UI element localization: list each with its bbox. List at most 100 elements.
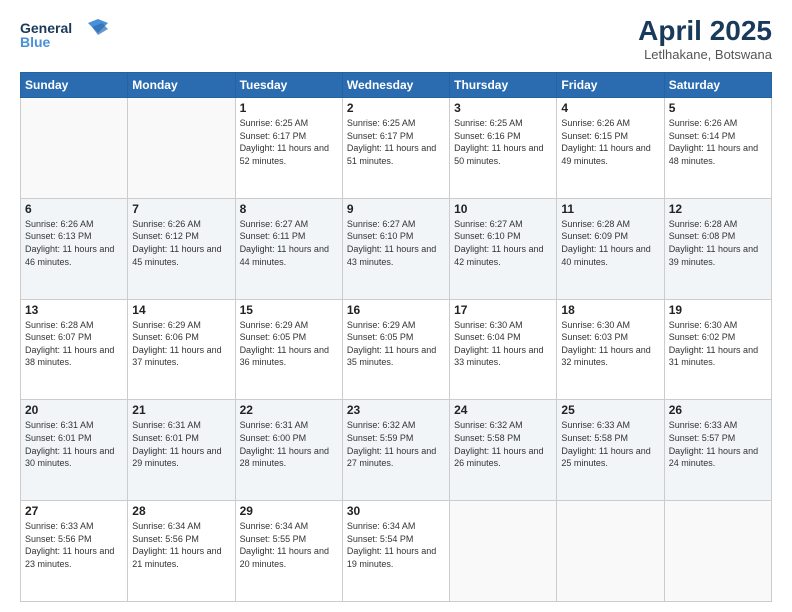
day-info: Sunrise: 6:26 AMSunset: 6:14 PMDaylight:… [669, 117, 767, 167]
day-number: 30 [347, 504, 445, 518]
table-row: 8 Sunrise: 6:27 AMSunset: 6:11 PMDaylight… [235, 198, 342, 299]
table-row: 9 Sunrise: 6:27 AMSunset: 6:10 PMDaylight… [342, 198, 449, 299]
table-row: 22 Sunrise: 6:31 AMSunset: 6:00 PMDayligh… [235, 400, 342, 501]
table-row: 16 Sunrise: 6:29 AMSunset: 6:05 PMDayligh… [342, 299, 449, 400]
day-info: Sunrise: 6:31 AMSunset: 6:01 PMDaylight:… [132, 419, 230, 469]
day-info: Sunrise: 6:30 AMSunset: 6:04 PMDaylight:… [454, 319, 552, 369]
table-row [128, 98, 235, 199]
day-number: 18 [561, 303, 659, 317]
day-info: Sunrise: 6:32 AMSunset: 5:58 PMDaylight:… [454, 419, 552, 469]
day-info: Sunrise: 6:28 AMSunset: 6:09 PMDaylight:… [561, 218, 659, 268]
day-number: 25 [561, 403, 659, 417]
table-row [557, 501, 664, 602]
table-row: 29 Sunrise: 6:34 AMSunset: 5:55 PMDayligh… [235, 501, 342, 602]
day-info: Sunrise: 6:25 AMSunset: 6:17 PMDaylight:… [240, 117, 338, 167]
table-row: 7Sunrise: 6:26 AMSunset: 6:12 PMDaylight… [128, 198, 235, 299]
day-info: Sunrise: 6:29 AMSunset: 6:06 PMDaylight:… [132, 319, 230, 369]
table-row: 6 Sunrise: 6:26 AMSunset: 6:13 PMDaylight… [21, 198, 128, 299]
calendar-week-row: 1 Sunrise: 6:25 AMSunset: 6:17 PMDaylight… [21, 98, 772, 199]
location-subtitle: Letlhakane, Botswana [638, 47, 772, 62]
table-row: 15Sunrise: 6:29 AMSunset: 6:05 PMDayligh… [235, 299, 342, 400]
day-info: Sunrise: 6:28 AMSunset: 6:07 PMDaylight:… [25, 319, 123, 369]
col-saturday: Saturday [664, 73, 771, 98]
header: General Blue April 2025 Letlhakane, Bots… [20, 15, 772, 62]
calendar-week-row: 27 Sunrise: 6:33 AMSunset: 5:56 PMDayligh… [21, 501, 772, 602]
table-row: 17Sunrise: 6:30 AMSunset: 6:04 PMDayligh… [450, 299, 557, 400]
day-number: 27 [25, 504, 123, 518]
day-number: 16 [347, 303, 445, 317]
logo: General Blue [20, 15, 115, 60]
calendar-header-row: Sunday Monday Tuesday Wednesday Thursday… [21, 73, 772, 98]
day-info: Sunrise: 6:26 AMSunset: 6:15 PMDaylight:… [561, 117, 659, 167]
day-number: 28 [132, 504, 230, 518]
table-row: 12 Sunrise: 6:28 AMSunset: 6:08 PMDayligh… [664, 198, 771, 299]
col-sunday: Sunday [21, 73, 128, 98]
table-row: 28 Sunrise: 6:34 AMSunset: 5:56 PMDayligh… [128, 501, 235, 602]
day-number: 12 [669, 202, 767, 216]
day-info: Sunrise: 6:30 AMSunset: 6:03 PMDaylight:… [561, 319, 659, 369]
table-row: 5Sunrise: 6:26 AMSunset: 6:14 PMDaylight… [664, 98, 771, 199]
table-row: 14 Sunrise: 6:29 AMSunset: 6:06 PMDayligh… [128, 299, 235, 400]
day-number: 4 [561, 101, 659, 115]
calendar-week-row: 6 Sunrise: 6:26 AMSunset: 6:13 PMDaylight… [21, 198, 772, 299]
day-info: Sunrise: 6:33 AMSunset: 5:57 PMDaylight:… [669, 419, 767, 469]
calendar-table: Sunday Monday Tuesday Wednesday Thursday… [20, 72, 772, 602]
day-number: 15 [240, 303, 338, 317]
col-wednesday: Wednesday [342, 73, 449, 98]
logo-icon: General Blue [20, 15, 115, 55]
calendar-week-row: 13 Sunrise: 6:28 AMSunset: 6:07 PMDayligh… [21, 299, 772, 400]
day-number: 3 [454, 101, 552, 115]
day-number: 7 [132, 202, 230, 216]
day-number: 14 [132, 303, 230, 317]
day-info: Sunrise: 6:34 AMSunset: 5:55 PMDaylight:… [240, 520, 338, 570]
table-row [664, 501, 771, 602]
calendar-week-row: 20 Sunrise: 6:31 AMSunset: 6:01 PMDayligh… [21, 400, 772, 501]
day-number: 23 [347, 403, 445, 417]
day-info: Sunrise: 6:27 AMSunset: 6:11 PMDaylight:… [240, 218, 338, 268]
table-row: 11Sunrise: 6:28 AMSunset: 6:09 PMDayligh… [557, 198, 664, 299]
table-row: 23 Sunrise: 6:32 AMSunset: 5:59 PMDayligh… [342, 400, 449, 501]
svg-text:Blue: Blue [20, 34, 51, 50]
day-number: 26 [669, 403, 767, 417]
day-info: Sunrise: 6:34 AMSunset: 5:54 PMDaylight:… [347, 520, 445, 570]
day-info: Sunrise: 6:26 AMSunset: 6:13 PMDaylight:… [25, 218, 123, 268]
table-row: 1 Sunrise: 6:25 AMSunset: 6:17 PMDaylight… [235, 98, 342, 199]
day-info: Sunrise: 6:25 AMSunset: 6:16 PMDaylight:… [454, 117, 552, 167]
month-title: April 2025 [638, 15, 772, 47]
table-row [21, 98, 128, 199]
day-number: 24 [454, 403, 552, 417]
table-row: 3 Sunrise: 6:25 AMSunset: 6:16 PMDaylight… [450, 98, 557, 199]
title-area: April 2025 Letlhakane, Botswana [638, 15, 772, 62]
day-info: Sunrise: 6:28 AMSunset: 6:08 PMDaylight:… [669, 218, 767, 268]
table-row: 25 Sunrise: 6:33 AMSunset: 5:58 PMDayligh… [557, 400, 664, 501]
table-row: 26 Sunrise: 6:33 AMSunset: 5:57 PMDayligh… [664, 400, 771, 501]
day-number: 8 [240, 202, 338, 216]
day-number: 1 [240, 101, 338, 115]
page: General Blue April 2025 Letlhakane, Bots… [0, 0, 792, 612]
day-number: 6 [25, 202, 123, 216]
day-number: 21 [132, 403, 230, 417]
table-row: 27 Sunrise: 6:33 AMSunset: 5:56 PMDayligh… [21, 501, 128, 602]
day-info: Sunrise: 6:33 AMSunset: 5:58 PMDaylight:… [561, 419, 659, 469]
day-info: Sunrise: 6:34 AMSunset: 5:56 PMDaylight:… [132, 520, 230, 570]
table-row: 30 Sunrise: 6:34 AMSunset: 5:54 PMDayligh… [342, 501, 449, 602]
day-number: 29 [240, 504, 338, 518]
day-info: Sunrise: 6:33 AMSunset: 5:56 PMDaylight:… [25, 520, 123, 570]
table-row: 21 Sunrise: 6:31 AMSunset: 6:01 PMDayligh… [128, 400, 235, 501]
day-number: 20 [25, 403, 123, 417]
day-info: Sunrise: 6:32 AMSunset: 5:59 PMDaylight:… [347, 419, 445, 469]
day-info: Sunrise: 6:27 AMSunset: 6:10 PMDaylight:… [454, 218, 552, 268]
day-info: Sunrise: 6:31 AMSunset: 6:01 PMDaylight:… [25, 419, 123, 469]
day-info: Sunrise: 6:31 AMSunset: 6:00 PMDaylight:… [240, 419, 338, 469]
day-number: 22 [240, 403, 338, 417]
col-friday: Friday [557, 73, 664, 98]
table-row [450, 501, 557, 602]
day-number: 19 [669, 303, 767, 317]
day-number: 10 [454, 202, 552, 216]
day-number: 9 [347, 202, 445, 216]
table-row: 2Sunrise: 6:25 AMSunset: 6:17 PMDaylight… [342, 98, 449, 199]
day-number: 13 [25, 303, 123, 317]
col-thursday: Thursday [450, 73, 557, 98]
day-info: Sunrise: 6:27 AMSunset: 6:10 PMDaylight:… [347, 218, 445, 268]
day-info: Sunrise: 6:29 AMSunset: 6:05 PMDaylight:… [347, 319, 445, 369]
